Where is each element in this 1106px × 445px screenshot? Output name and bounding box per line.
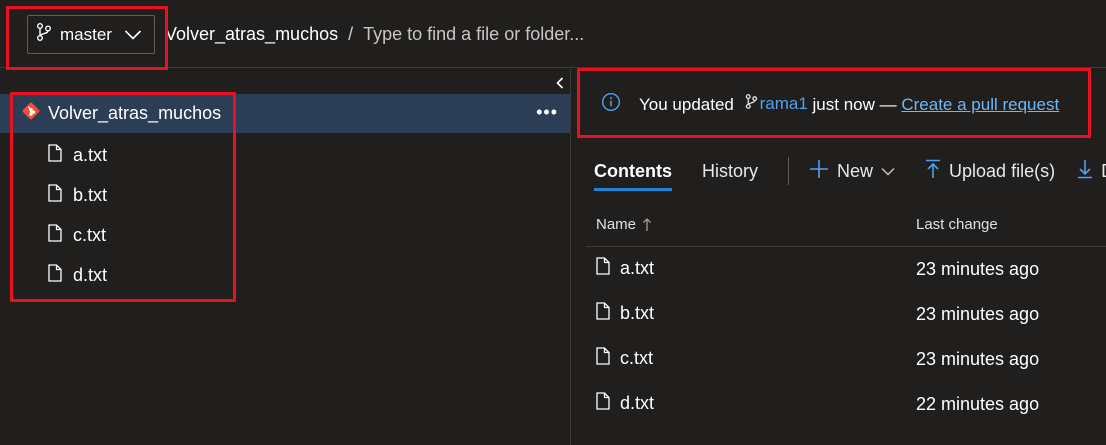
row-file-name[interactable]: b.txt xyxy=(620,303,654,324)
new-button-label: New xyxy=(837,160,874,181)
upload-files-button[interactable]: Upload file(s) xyxy=(925,159,1055,184)
file-icon xyxy=(596,347,610,370)
row-last-change: 23 minutes ago xyxy=(916,259,1040,279)
download-button[interactable]: D xyxy=(1077,159,1106,184)
file-list-header: Name Last change xyxy=(586,207,1106,247)
banner-branch-name: rama1 xyxy=(759,94,808,113)
chevron-left-icon[interactable] xyxy=(552,75,568,91)
tree-file-label: c.txt xyxy=(73,224,107,245)
chevron-down-icon xyxy=(881,167,903,176)
file-icon xyxy=(48,143,62,167)
file-icon xyxy=(48,183,62,207)
row-last-change: 23 minutes ago xyxy=(916,349,1040,369)
banner-branch[interactable]: rama1 xyxy=(739,93,808,115)
toolbar-divider xyxy=(788,157,790,185)
file-tree-panel: Volver_atras_muchos ••• a.txt b.txt c.tx… xyxy=(0,69,571,445)
row-name-cell: d.txt xyxy=(596,392,654,415)
upload-icon xyxy=(925,159,949,184)
tree-file-d[interactable]: d.txt xyxy=(48,260,107,290)
tree-file-b[interactable]: b.txt xyxy=(48,180,107,210)
file-icon xyxy=(596,302,610,325)
top-bar: master Volver_atras_muchos / xyxy=(0,0,1106,68)
table-row[interactable]: d.txt 22 minutes ago xyxy=(586,382,1106,424)
row-file-name[interactable]: c.txt xyxy=(620,348,653,369)
column-last-change-header[interactable]: Last change xyxy=(916,216,998,233)
update-banner: You updated rama1 just now — Create a pu… xyxy=(584,75,1089,133)
chevron-down-icon xyxy=(124,29,142,41)
tree-file-label: a.txt xyxy=(73,144,108,165)
git-logo-icon xyxy=(22,102,40,125)
tab-history[interactable]: History xyxy=(702,151,758,191)
banner-prefix: You updated xyxy=(639,95,734,114)
upload-button-label: Upload file(s) xyxy=(949,160,1056,181)
row-name-cell: b.txt xyxy=(596,302,654,325)
tab-bar: Contents History New Upload file(s) D xyxy=(594,151,1106,191)
column-name-header[interactable]: Name xyxy=(596,216,652,233)
tree-file-label: d.txt xyxy=(73,264,108,285)
banner-middle: just now — xyxy=(812,95,897,114)
table-row[interactable]: b.txt 23 minutes ago xyxy=(586,292,1106,334)
branch-icon xyxy=(36,22,52,47)
tree-root-repo[interactable]: Volver_atras_muchos ••• xyxy=(0,94,570,133)
row-last-change: 23 minutes ago xyxy=(916,304,1040,324)
file-icon xyxy=(596,257,610,280)
tree-file-c[interactable]: c.txt xyxy=(48,220,106,250)
info-icon xyxy=(601,92,621,117)
more-options-button[interactable]: ••• xyxy=(536,102,558,123)
tab-contents[interactable]: Contents xyxy=(594,151,672,191)
row-file-name[interactable]: d.txt xyxy=(620,393,654,414)
banner-text: You updated rama1 just now — Create a pu… xyxy=(639,93,1059,115)
repo-name[interactable]: Volver_atras_muchos xyxy=(165,24,338,45)
row-name-cell: a.txt xyxy=(596,257,654,280)
breadcrumb: Volver_atras_muchos / xyxy=(165,24,724,45)
row-file-name[interactable]: a.txt xyxy=(620,258,654,279)
file-search-input[interactable] xyxy=(363,24,724,45)
new-button[interactable]: New xyxy=(809,159,903,184)
tree-file-a[interactable]: a.txt xyxy=(48,140,107,170)
table-row[interactable]: c.txt 23 minutes ago xyxy=(586,337,1106,379)
branch-label: master xyxy=(60,24,112,44)
download-button-label: D xyxy=(1101,161,1106,182)
file-icon xyxy=(48,223,62,247)
column-name-label: Name xyxy=(596,216,637,233)
tree-root-label: Volver_atras_muchos xyxy=(48,103,222,123)
tree-file-label: b.txt xyxy=(73,184,108,205)
plus-icon xyxy=(809,159,837,184)
branch-icon xyxy=(739,93,760,115)
content-panel: You updated rama1 just now — Create a pu… xyxy=(572,69,1106,445)
sort-arrow-icon xyxy=(642,217,652,232)
row-last-change: 22 minutes ago xyxy=(916,394,1040,414)
file-icon xyxy=(48,263,62,287)
branch-selector[interactable]: master xyxy=(27,15,155,54)
row-name-cell: c.txt xyxy=(596,347,653,370)
path-separator: / xyxy=(348,24,354,44)
create-pull-request-link[interactable]: Create a pull request xyxy=(901,95,1059,114)
file-icon xyxy=(596,392,610,415)
table-row[interactable]: a.txt 23 minutes ago xyxy=(586,247,1106,289)
download-icon xyxy=(1077,159,1101,184)
